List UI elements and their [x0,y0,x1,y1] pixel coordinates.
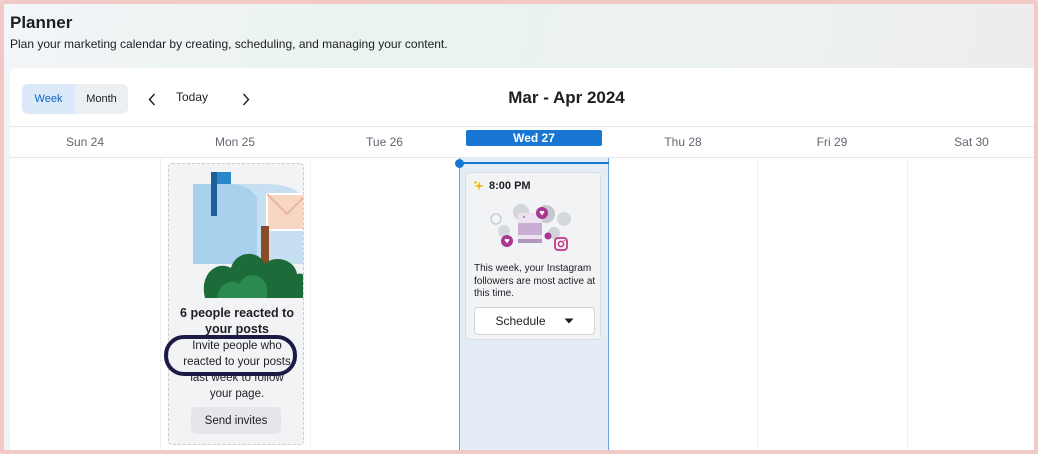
day-header-fri[interactable]: Fri 29 [757,127,907,157]
invite-followers-card: 6 people reacted to your posts Invite pe… [168,163,304,445]
invite-card-heading: 6 people reacted to your posts [180,306,294,336]
best-time: 8:00 PM [473,180,531,192]
column-divider [907,158,908,450]
day-header-sun[interactable]: Sun 24 [10,127,160,157]
month-view-button[interactable]: Month [75,84,128,114]
day-header-label: Mon 25 [214,135,256,149]
schedule-button-label: Schedule [495,314,546,328]
chevron-left-icon [148,93,156,105]
view-toggle: Week Month [22,84,128,114]
today-button[interactable]: Today [176,90,208,104]
day-header-label: Thu 28 [664,135,702,149]
date-range-title: Mar - Apr 2024 [508,88,625,107]
send-invites-button[interactable]: Send invites [191,407,281,434]
invite-card-body: Invite people who reacted to your posts … [183,340,291,400]
previous-week-button[interactable] [144,90,160,108]
day-header-label: Sat 30 [954,135,989,149]
day-header-label: Sun 24 [65,135,105,149]
schedule-dropdown-button[interactable]: Schedule [474,307,595,335]
week-view-button[interactable]: Week [22,84,75,114]
calendar-panel: Week Month Today Mar - Apr 2024 Sun 24 M… [10,68,1034,450]
day-header-sat[interactable]: Sat 30 [907,127,1034,157]
caret-down-icon [564,318,574,324]
mailbox-illustration [193,172,303,298]
best-time-description: This week, your Instagram followers are … [474,263,596,299]
current-time-dot [455,159,464,168]
sparkle-icon [474,181,484,191]
best-time-card: 8:00 PM This week, your Instagram follow… [465,172,601,340]
days-header: Sun 24 Mon 25 Tue 26 Wed 27 Thu 28 Fri 2… [10,126,1034,158]
page-subtitle: Plan your marketing calendar by creating… [10,37,448,51]
column-divider [160,158,161,450]
day-header-label: Tue 26 [366,135,403,149]
column-divider [757,158,758,450]
page-title: Planner [10,13,73,32]
day-header-thu[interactable]: Thu 28 [609,127,757,157]
planner-window: Planner Plan your marketing calendar by … [0,0,1038,454]
next-week-button[interactable] [238,90,254,108]
day-header-label: Fri 29 [816,135,848,149]
chevron-right-icon [242,93,250,105]
best-time-label: 8:00 PM [489,180,531,192]
day-header-mon[interactable]: Mon 25 [160,127,310,157]
column-divider [310,158,311,450]
current-time-line [459,162,609,164]
instagram-activity-illustration [490,204,571,251]
day-header-tue[interactable]: Tue 26 [310,127,459,157]
day-header-label-current: Wed 27 [466,130,602,146]
day-header-wed[interactable]: Wed 27 [459,127,609,157]
